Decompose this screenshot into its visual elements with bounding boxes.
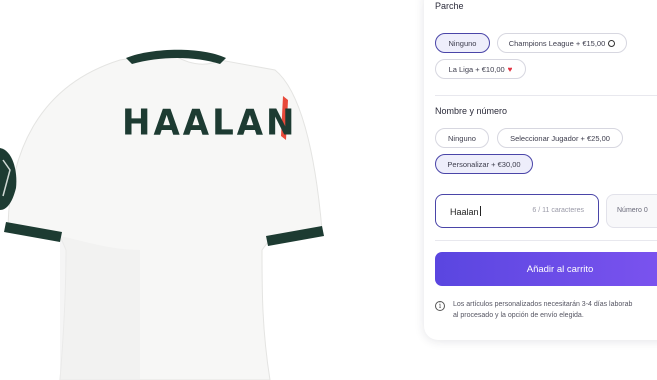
add-to-cart-label: Añadir al carrito [526,263,594,275]
chip-label: Champions League + €15,00 [508,38,606,48]
note-text: Los artículos personalizados necesitarán… [453,300,657,321]
info-icon: i [435,301,445,311]
nombre-label: Nombre y número [435,106,508,116]
chip-label: Personalizar + €30,00 [447,159,521,169]
note-line-1: Los artículos personalizados necesitarán… [453,301,633,308]
name-input-text: Haalan [450,207,479,217]
name-input[interactable]: Haalan 6 / 11 caracteres [435,194,599,228]
parche-option-champions[interactable]: Champions League + €15,00 [497,33,627,53]
customization-panel: Parche Ninguno Champions League + €15,00… [424,0,657,340]
chip-label: Ninguno [448,133,476,143]
parche-option-laliga[interactable]: La Liga + €10,00 ♥ [435,59,526,79]
number-input[interactable]: Número 0 [606,194,657,228]
text-cursor [479,206,481,216]
product-image: HAALAN [0,0,420,380]
chip-label: Seleccionar Jugador + €25,00 [510,133,610,143]
section-divider [435,240,657,241]
jersey-name-print: HAALAN [122,102,298,144]
nombre-option-ninguno[interactable]: Ninguno [435,128,489,148]
parche-option-ninguno[interactable]: Ninguno [435,33,490,53]
nombre-option-personalizar[interactable]: Personalizar + €30,00 [435,154,533,174]
ucl-ball-icon [608,39,616,47]
add-to-cart-button[interactable]: Añadir al carrito [435,252,657,286]
nombre-option-seleccionar[interactable]: Seleccionar Jugador + €25,00 [497,128,623,148]
note-line-2: al procesado y la opción de envío elegid… [453,311,584,319]
chip-label: La Liga + €10,00 [448,64,505,74]
chip-label: Ninguno [448,38,477,48]
name-input-value: Haalan [450,206,481,217]
name-char-counter: 6 / 11 caracteres [532,207,584,214]
section-divider [435,95,657,96]
laliga-icon: ♥ [507,64,513,74]
number-input-label: Número 0 [617,207,648,214]
parche-label: Parche [435,1,464,11]
jersey-illustration [0,49,324,380]
